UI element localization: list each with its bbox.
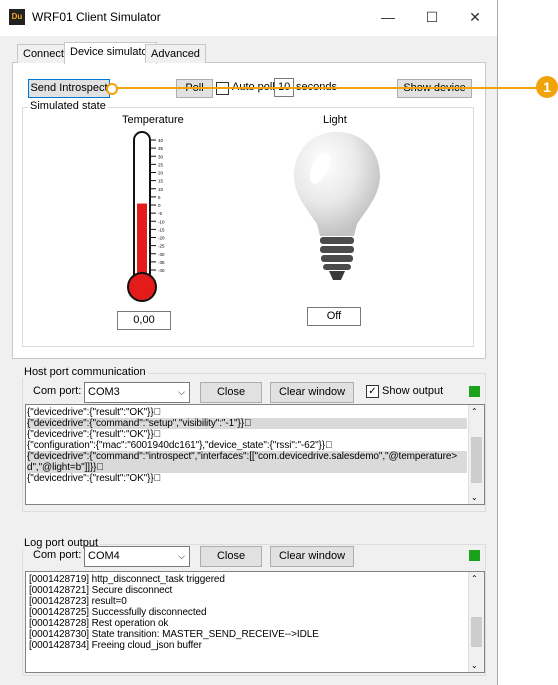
log-com-port-select[interactable]: COM4 ⌵ — [84, 546, 190, 567]
light-value: Off — [307, 307, 361, 326]
scale-label: 5 — [158, 195, 161, 200]
scale-label: 20 — [158, 171, 164, 176]
callout-anchor — [106, 83, 118, 95]
output-line: d","@light=b"]]}}  — [27, 462, 467, 473]
maximize-icon[interactable]: ☐ — [417, 4, 447, 30]
scale-label: 40 — [158, 138, 164, 143]
chevron-down-icon: ⌵ — [178, 551, 185, 561]
output-line: [0001428734] Freeing cloud_json buffer — [29, 640, 202, 651]
output-line: [0001428728] Rest operation ok — [29, 618, 169, 629]
light-label: Light — [323, 114, 347, 126]
host-com-port-select[interactable]: COM3 ⌵ — [84, 382, 190, 403]
scale-label: 10 — [158, 187, 164, 192]
log-com-port-label: Com port: — [33, 549, 82, 561]
log-output-lines: [0001428719] http_disconnect_task trigge… — [29, 574, 469, 651]
show-output-checkbox[interactable]: ✓ — [366, 385, 379, 398]
scroll-up-icon[interactable]: ⌃ — [471, 407, 478, 416]
tab-advanced[interactable]: Advanced — [145, 44, 206, 63]
host-scrollbar[interactable]: ⌃ ⌄ — [468, 405, 484, 504]
output-line: {"devicedrive":{"command":"introspect","… — [27, 451, 467, 462]
scale-label: -35 — [158, 260, 165, 265]
app-icon: Du — [9, 9, 25, 25]
show-output-label: Show output — [382, 385, 444, 397]
host-com-port-label: Com port: — [33, 385, 82, 397]
callout-line — [108, 87, 540, 89]
thermometer-scale: 40 35 30 25 20 15 10 5 0 -5 -10 -15 -20 -25 -30 -35 -40 — [150, 138, 165, 273]
tab-device-simulator[interactable]: Device simulator — [64, 42, 158, 64]
output-line: {"devicedrive":{"result":"OK"}}  — [27, 473, 161, 484]
send-introspect-button[interactable]: Send Introspect — [28, 79, 110, 98]
title-bar: Du WRF01 Client Simulator — ☐ ✕ — [0, 0, 497, 36]
log-scrollbar[interactable]: ⌃ ⌄ — [468, 572, 484, 672]
scale-label: -5 — [158, 211, 162, 216]
log-status-indicator — [469, 550, 480, 561]
log-output-textbox[interactable]: [0001428719] http_disconnect_task trigge… — [25, 571, 485, 673]
scale-label: 15 — [158, 179, 164, 184]
host-status-indicator — [469, 386, 480, 397]
temperature-value: 0,00 — [117, 311, 171, 330]
window-title: WRF01 Client Simulator — [32, 10, 161, 24]
scale-label: -40 — [158, 268, 165, 273]
log-scroll-thumb[interactable] — [471, 617, 482, 647]
output-line: [0001428721] Secure disconnect — [29, 585, 173, 596]
minimize-icon[interactable]: — — [373, 4, 403, 30]
scale-label: -25 — [158, 244, 165, 249]
thermometer-icon[interactable]: 40 35 30 25 20 15 10 5 0 -5 -10 -15 -20 -25 -30 -35 -40 — [112, 130, 192, 305]
simulated-state-title: Simulated state — [28, 100, 108, 112]
scroll-down-icon[interactable]: ⌄ — [471, 493, 478, 502]
host-com-port-value: COM3 — [88, 386, 120, 398]
output-line: {"configuration":{"mac":"6001940dc161"},… — [27, 440, 333, 451]
simulated-state-group — [22, 107, 474, 347]
scroll-up-icon[interactable]: ⌃ — [471, 574, 478, 583]
scale-label: 25 — [158, 162, 164, 167]
light-bulb-icon[interactable] — [290, 128, 385, 293]
temperature-label: Temperature — [122, 114, 184, 126]
scale-label: -30 — [158, 252, 165, 257]
scale-label: -10 — [158, 219, 165, 224]
chevron-down-icon: ⌵ — [178, 387, 185, 397]
scale-label: 35 — [158, 146, 164, 151]
close-icon[interactable]: ✕ — [460, 4, 490, 30]
output-line: [0001428723] result=0 — [29, 596, 127, 607]
output-line: [0001428730] State transition: MASTER_SE… — [29, 629, 319, 640]
tab-connect[interactable]: Connect — [17, 44, 70, 63]
host-port-title: Host port communication — [22, 366, 148, 378]
output-line: [0001428719] http_disconnect_task trigge… — [29, 574, 225, 585]
callout-badge: 1 — [536, 76, 558, 98]
scale-label: 30 — [158, 154, 164, 159]
output-line: {"devicedrive":{"result":"OK"}}  — [27, 407, 161, 418]
scale-label: -20 — [158, 236, 165, 241]
scroll-down-icon[interactable]: ⌄ — [471, 661, 478, 670]
log-clear-window-button[interactable]: Clear window — [270, 546, 354, 567]
output-line: {"devicedrive":{"command":"setup","visib… — [27, 418, 467, 429]
log-close-button[interactable]: Close — [200, 546, 262, 567]
host-scroll-thumb[interactable] — [471, 437, 482, 483]
scale-label: -15 — [158, 227, 165, 232]
log-com-port-value: COM4 — [88, 550, 120, 562]
output-line: [0001428725] Successfully disconnected — [29, 607, 207, 618]
host-clear-window-button[interactable]: Clear window — [270, 382, 354, 403]
host-output-textbox[interactable]: {"devicedrive":{"result":"OK"}}  {"device… — [25, 404, 485, 505]
output-line: {"devicedrive":{"result":"OK"}}  — [27, 429, 161, 440]
host-output-lines: {"devicedrive":{"result":"OK"}}  {"device… — [27, 407, 467, 484]
host-close-button[interactable]: Close — [200, 382, 262, 403]
scale-label: 0 — [158, 203, 161, 208]
